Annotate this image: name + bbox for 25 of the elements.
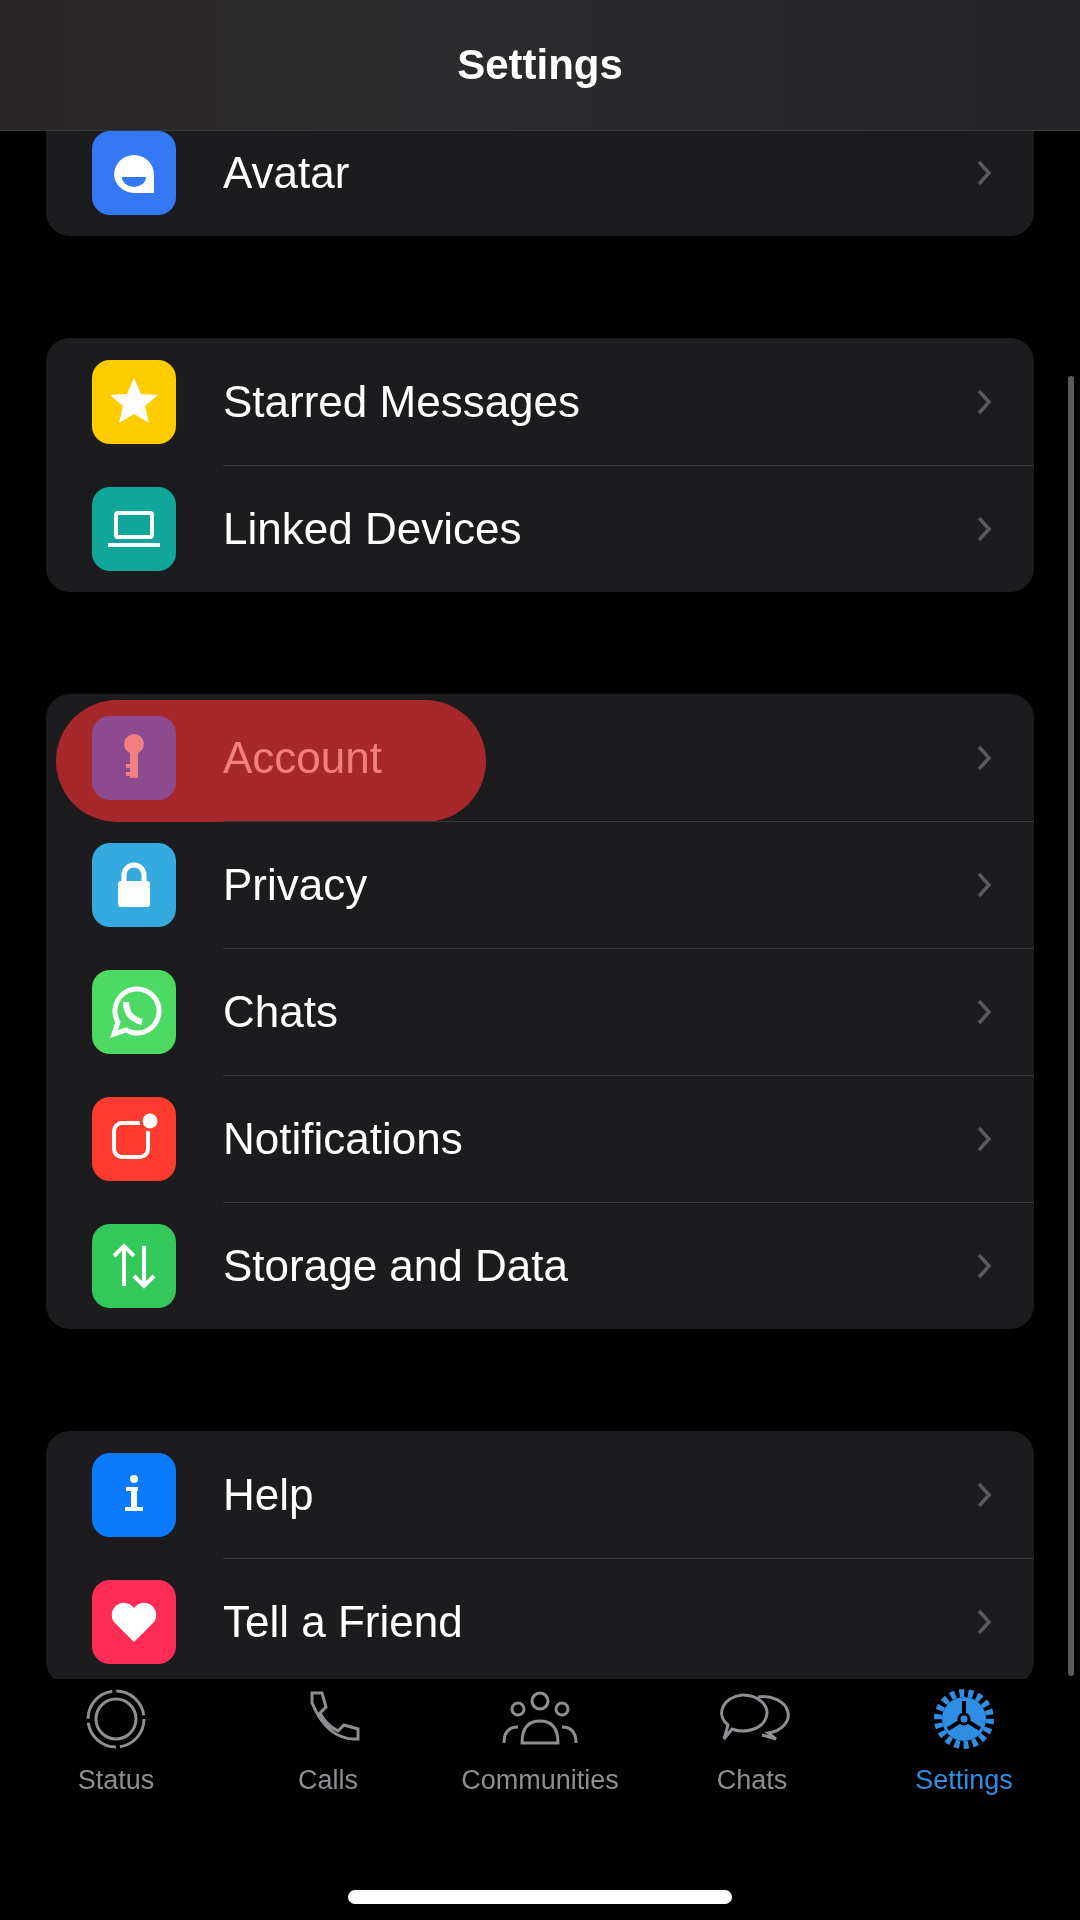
chevron-icon bbox=[976, 871, 992, 899]
setting-label[interactable]: Linked Devices bbox=[223, 504, 522, 554]
tab[interactable]: Status bbox=[16, 1687, 216, 1847]
chevron-icon bbox=[976, 158, 992, 187]
tab[interactable]: Chats bbox=[652, 1687, 852, 1847]
chevron-icon bbox=[976, 1480, 992, 1509]
chevron-icon bbox=[976, 1608, 992, 1636]
chevron-icon bbox=[976, 1252, 992, 1280]
setting-label[interactable]: Chats bbox=[223, 987, 338, 1037]
setting-label[interactable]: Privacy bbox=[223, 860, 368, 910]
setting-label[interactable]: Help bbox=[223, 1469, 314, 1520]
chevron-icon bbox=[976, 1125, 992, 1153]
setting-label[interactable]: Storage and Data bbox=[223, 1241, 568, 1291]
tab[interactable]: Settings bbox=[864, 1687, 1064, 1847]
tab[interactable]: Calls bbox=[228, 1687, 428, 1847]
setting-label[interactable]: Notifications bbox=[223, 1114, 463, 1164]
setting-label[interactable]: Avatar bbox=[223, 147, 350, 198]
screen-title: Settings bbox=[457, 41, 623, 89]
setting-label[interactable]: Starred Messages bbox=[223, 376, 581, 427]
setting-label[interactable]: Tell a Friend bbox=[223, 1597, 463, 1647]
chevron-icon bbox=[976, 998, 992, 1026]
tab[interactable]: Communities bbox=[440, 1687, 640, 1847]
chevron-icon bbox=[976, 515, 992, 543]
chevron-icon bbox=[976, 743, 992, 772]
chevron-icon bbox=[976, 387, 992, 416]
